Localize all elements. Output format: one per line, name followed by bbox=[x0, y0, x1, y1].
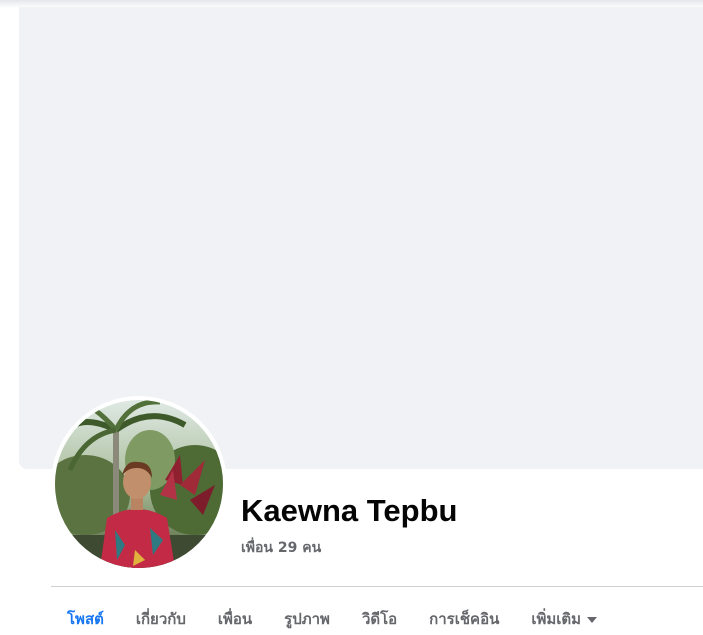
tab-friends[interactable]: เพื่อน bbox=[202, 598, 268, 635]
tab-photos[interactable]: รูปภาพ bbox=[268, 598, 346, 635]
tab-more-label: เพิ่มเติม bbox=[531, 610, 582, 628]
profile-page: Kaewna Tepbu เพื่อน 29 คน โพสต์ เกี่ยวกั… bbox=[0, 0, 703, 635]
tab-checkins[interactable]: การเช็คอิน bbox=[413, 598, 515, 635]
profile-name: Kaewna Tepbu bbox=[241, 493, 458, 528]
avatar-photo bbox=[55, 400, 223, 568]
tab-more[interactable]: เพิ่มเติม bbox=[515, 598, 613, 635]
avatar[interactable] bbox=[55, 400, 223, 568]
divider bbox=[51, 586, 703, 587]
tab-videos[interactable]: วิดีโอ bbox=[346, 598, 413, 635]
profile-tabs: โพสต์ เกี่ยวกับ เพื่อน รูปภาพ วิดีโอ การ… bbox=[51, 598, 613, 635]
tab-posts[interactable]: โพสต์ bbox=[51, 598, 120, 635]
friends-count[interactable]: เพื่อน 29 คน bbox=[241, 537, 321, 559]
tab-about[interactable]: เกี่ยวกับ bbox=[120, 598, 202, 635]
caret-down-icon bbox=[587, 616, 598, 623]
